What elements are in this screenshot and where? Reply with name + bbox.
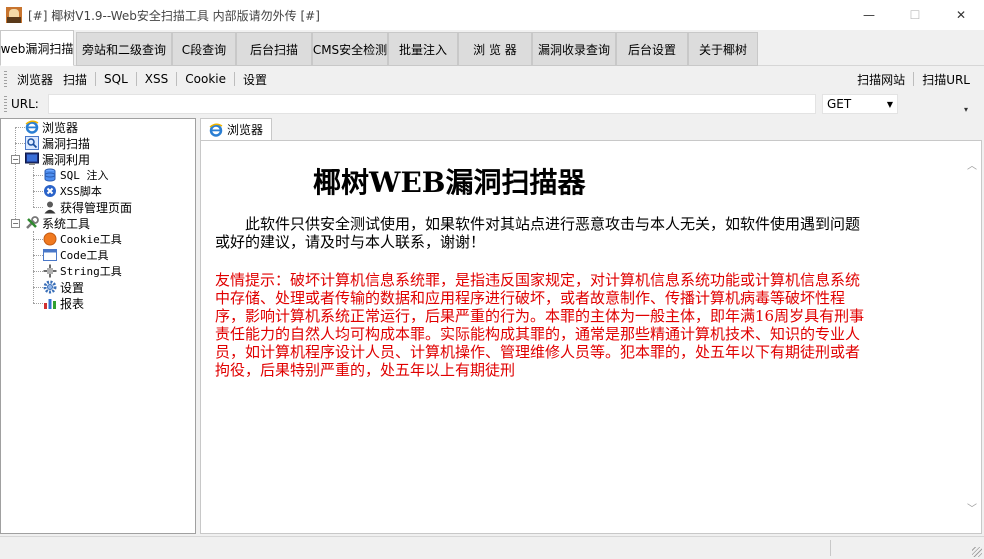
tree-item-string-tool[interactable]: String工具 <box>43 263 122 279</box>
tree-item-vuln-scan[interactable]: 漏洞扫描 <box>25 135 90 151</box>
scan-url-button[interactable]: 扫描URL <box>914 71 970 88</box>
toolbar-overflow-icon[interactable]: ▾ <box>964 105 974 115</box>
app-logo-icon <box>6 7 22 23</box>
tab-backend-settings[interactable]: 后台设置 <box>616 32 688 66</box>
tab-browser[interactable]: 浏 览 器 <box>458 32 532 66</box>
minimize-icon: — <box>863 8 875 22</box>
code-window-icon <box>43 248 57 262</box>
minimize-button[interactable]: — <box>846 0 892 30</box>
toolbar-sql-button[interactable]: SQL <box>96 72 136 86</box>
page-title: 椰树WEB漏洞扫描器 <box>313 166 586 199</box>
tab-c-segment-query[interactable]: C段查询 <box>172 32 236 66</box>
legal-warning-text: 友情提示：破坏计算机信息系统罪，是指违反国家规定，对计算机信息系统功能或计算机信… <box>215 271 865 379</box>
tools-icon <box>25 216 39 230</box>
resize-grip[interactable] <box>972 547 982 557</box>
tab-web-vuln-scan[interactable]: web漏洞扫描 <box>0 30 74 66</box>
tab-side-site-query[interactable]: 旁站和二级查询 <box>76 32 172 66</box>
vertical-scrollbar[interactable]: ︿ ﹀ <box>963 141 981 533</box>
close-button[interactable]: ✕ <box>938 0 984 30</box>
string-move-icon <box>43 264 57 278</box>
toolbar-grip[interactable] <box>4 71 7 87</box>
cookie-icon <box>43 232 57 246</box>
ie-browser-icon <box>25 120 39 134</box>
tree-item-admin-page[interactable]: 获得管理页面 <box>43 199 132 215</box>
title-bar: [#] 椰树V1.9--Web安全扫描工具 内部版请勿外传 [#] — ☐ ✕ <box>0 0 984 30</box>
status-bar <box>0 536 984 559</box>
http-method-value: GET <box>827 97 852 111</box>
tab-vuln-database-query[interactable]: 漏洞收录查询 <box>532 32 616 66</box>
scroll-down-icon[interactable]: ﹀ <box>967 500 977 515</box>
tree-item-cookie-tool[interactable]: Cookie工具 <box>43 231 122 247</box>
tree-item-code-tool[interactable]: Code工具 <box>43 247 109 263</box>
tab-backend-scan[interactable]: 后台扫描 <box>236 32 312 66</box>
scan-website-button[interactable]: 扫描网站 <box>849 71 913 88</box>
tab-cms-security-check[interactable]: CMS安全检测 <box>312 32 388 66</box>
toolbar: 浏览器 扫描 SQL XSS Cookie 设置 扫描网站 扫描URL <box>0 66 984 92</box>
content-tab-browser[interactable]: 浏览器 <box>200 118 272 140</box>
tree-item-system-tools[interactable]: 系统工具 <box>25 215 90 231</box>
toolbar-xss-button[interactable]: XSS <box>137 72 176 86</box>
collapse-icon[interactable]: − <box>11 155 20 164</box>
collapse-icon[interactable]: − <box>11 219 20 228</box>
exploit-monitor-icon <box>25 152 39 166</box>
maximize-icon: ☐ <box>909 8 921 22</box>
xss-x-icon <box>43 184 57 198</box>
url-bar: URL: GET ▼ ▾ <box>0 92 984 116</box>
tree-item-settings[interactable]: 设置 <box>43 279 84 295</box>
tab-batch-injection[interactable]: 批量注入 <box>388 32 458 66</box>
database-icon <box>43 168 57 182</box>
tree-item-vuln-exploit[interactable]: 漏洞利用 <box>25 151 90 167</box>
scroll-up-icon[interactable]: ︿ <box>967 157 977 172</box>
function-tree: 浏览器 漏洞扫描 − 漏洞利用 SQL 注入 XSS脚本 获得管理页面 − 系统… <box>0 118 196 534</box>
tree-item-xss-script[interactable]: XSS脚本 <box>43 183 102 199</box>
disclaimer-text: 此软件只供安全测试使用，如果软件对其站点进行恶意攻击与本人无关，如软件使用遇到问… <box>215 215 861 251</box>
url-label: URL: <box>11 97 39 111</box>
browser-document: 椰树WEB漏洞扫描器 此软件只供安全测试使用，如果软件对其站点进行恶意攻击与本人… <box>200 140 982 534</box>
tree-item-sql-injection[interactable]: SQL 注入 <box>43 167 109 183</box>
toolbar-cookie-button[interactable]: Cookie <box>177 72 234 86</box>
toolbar-browser-button[interactable]: 浏览器 <box>9 71 61 88</box>
user-admin-icon <box>43 200 57 214</box>
url-input[interactable] <box>48 94 816 114</box>
window-title: [#] 椰树V1.9--Web安全扫描工具 内部版请勿外传 [#] <box>28 8 320 23</box>
tab-about[interactable]: 关于椰树 <box>688 32 758 66</box>
gear-icon <box>43 280 57 294</box>
maximize-button[interactable]: ☐ <box>892 0 938 30</box>
content-pane: 浏览器 椰树WEB漏洞扫描器 此软件只供安全测试使用，如果软件对其站点进行恶意攻… <box>198 118 984 534</box>
tree-item-report[interactable]: 报表 <box>43 295 84 311</box>
http-method-select[interactable]: GET ▼ <box>822 94 898 114</box>
toolbar-scan-button[interactable]: 扫描 <box>61 71 95 88</box>
chevron-down-icon: ▼ <box>886 100 893 109</box>
close-icon: ✕ <box>955 8 967 22</box>
toolbar-settings-button[interactable]: 设置 <box>235 71 275 88</box>
scan-search-icon <box>25 136 39 150</box>
tree-item-browser[interactable]: 浏览器 <box>25 119 78 135</box>
ie-browser-icon <box>209 123 223 137</box>
bar-chart-icon <box>43 296 57 310</box>
main-tab-bar: web漏洞扫描 旁站和二级查询 C段查询 后台扫描 CMS安全检测 批量注入 浏… <box>0 30 984 66</box>
